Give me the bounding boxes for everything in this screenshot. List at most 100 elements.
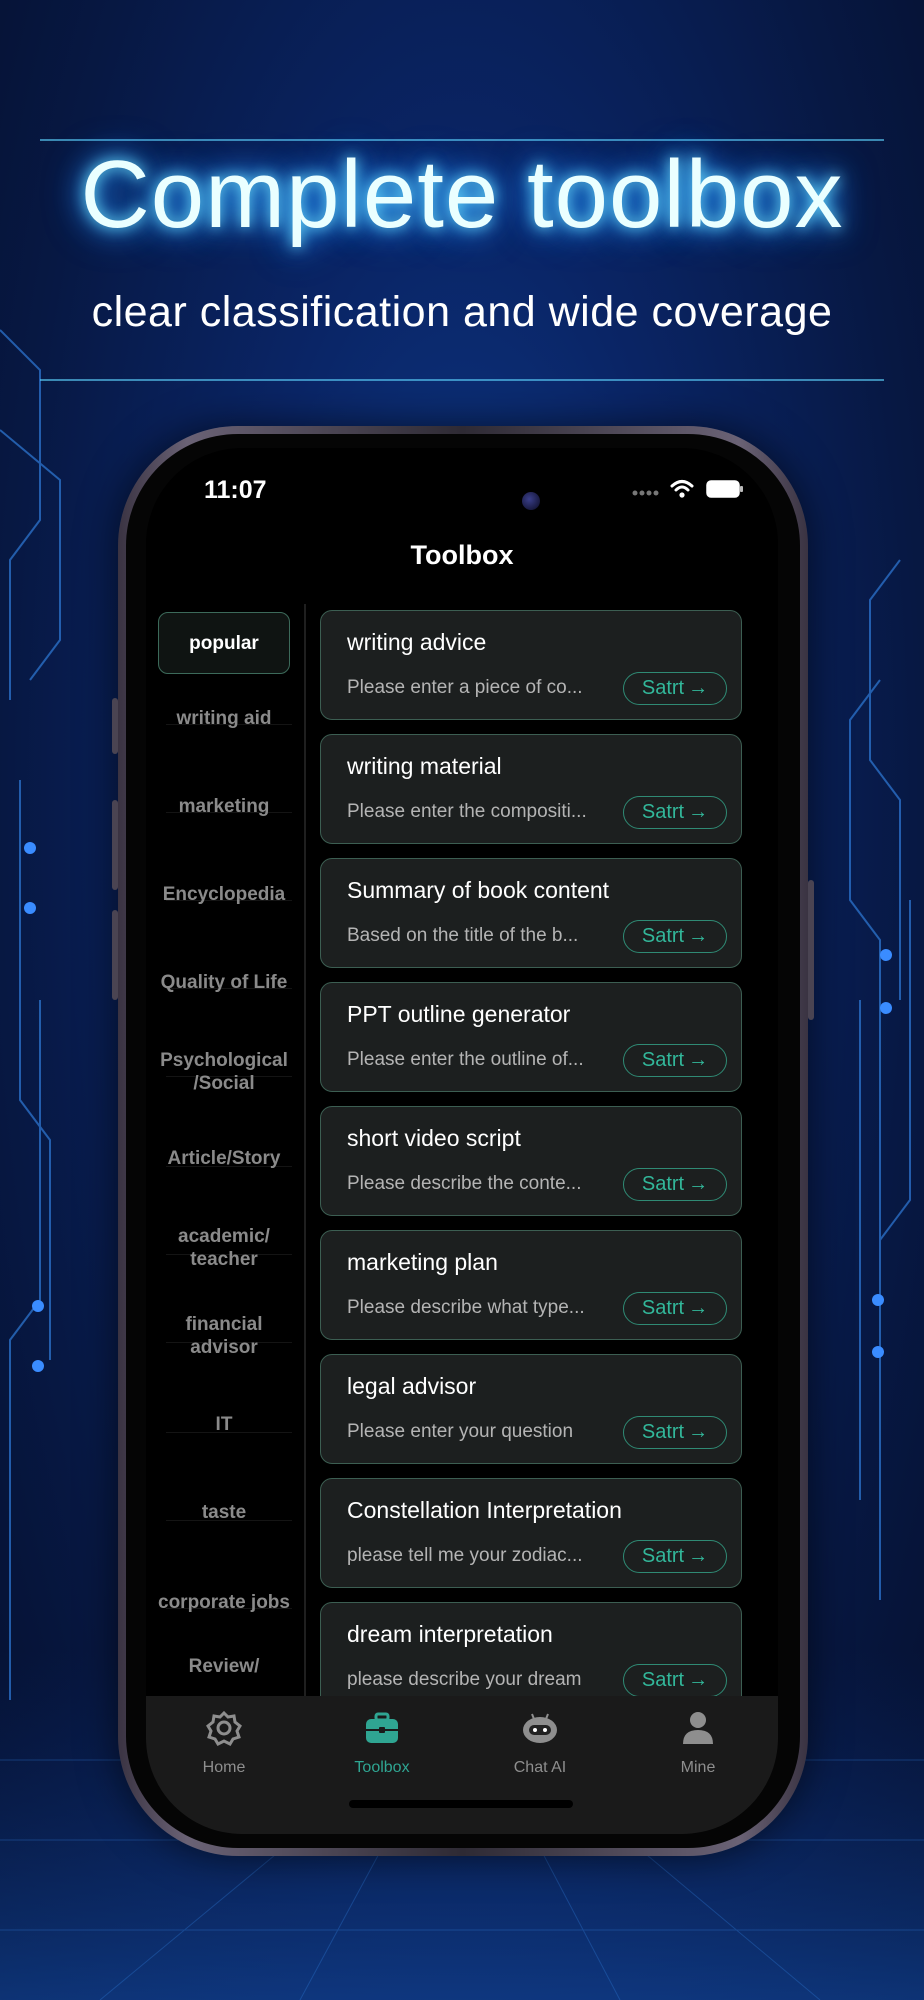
tool-description: Please describe what type... (347, 1297, 585, 1318)
start-button-label: Satrt (641, 925, 685, 947)
tool-description: Please enter the compositi... (347, 801, 587, 822)
category-financial-advisor[interactable]: financial advisor (158, 1296, 290, 1376)
tool-card[interactable]: short video script Please describe the c… (320, 1106, 742, 1216)
tool-description: Please enter your question (347, 1421, 574, 1442)
category-label: corporate jobs (158, 1591, 290, 1613)
gear-icon (206, 1710, 242, 1746)
start-button[interactable]: Satrt → (623, 1540, 727, 1573)
category-popular[interactable]: popular (158, 612, 290, 674)
promo-headline: Complete toolbox (80, 141, 844, 248)
category-encyclopedia[interactable]: Encyclopedia (158, 854, 290, 934)
arrow-right-icon: → (688, 925, 709, 947)
start-button-label: Satrt (641, 1421, 685, 1443)
tab-chat-ai[interactable]: Chat AI (480, 1708, 600, 1777)
category-taste[interactable]: taste (158, 1472, 290, 1552)
signal-icon (632, 490, 659, 496)
phone-side-button (112, 698, 118, 754)
category-label: IT (215, 1413, 233, 1435)
tool-card[interactable]: Summary of book content Based on the tit… (320, 858, 742, 968)
start-button[interactable]: Satrt → (623, 920, 727, 953)
arrow-right-icon: → (688, 1421, 709, 1443)
start-button[interactable]: Satrt → (623, 672, 727, 705)
arrow-right-icon: → (688, 801, 709, 823)
tool-description: Please enter the outline of... (347, 1049, 584, 1070)
category-writing-aid[interactable]: writing aid (158, 678, 290, 758)
tool-title: short video script (347, 1125, 521, 1151)
tab-toolbox[interactable]: Toolbox (322, 1708, 442, 1777)
start-button-label: Satrt (641, 1669, 685, 1691)
status-bar: 11:07 (146, 448, 778, 538)
arrow-right-icon: → (688, 677, 709, 699)
start-button[interactable]: Satrt → (623, 1044, 727, 1077)
start-button-label: Satrt (641, 1545, 685, 1567)
promo-subline: clear classification and wide coverage (91, 288, 833, 336)
tool-card[interactable]: Constellation Interpretation please tell… (320, 1478, 742, 1588)
category-psychological-social[interactable]: Psychological /Social (158, 1032, 290, 1112)
tool-list[interactable]: writing advice Please enter a piece of c… (320, 610, 744, 1704)
tool-card[interactable]: legal advisor Please enter your question… (320, 1354, 742, 1464)
tool-title: PPT outline generator (347, 1001, 571, 1027)
category-sidebar[interactable]: popular writing aid marketing Encycloped… (146, 604, 304, 1704)
category-label: Psychological /Social (160, 1050, 288, 1094)
tab-label: Mine (680, 1759, 716, 1776)
start-button[interactable]: Satrt → (623, 796, 727, 829)
tool-title: Summary of book content (347, 877, 610, 903)
tab-mine[interactable]: Mine (638, 1708, 758, 1777)
category-label: academic/ teacher (178, 1226, 270, 1270)
category-corporate-jobs[interactable]: corporate jobs (158, 1562, 290, 1642)
tool-description: please tell me your zodiac... (347, 1545, 583, 1566)
home-indicator[interactable] (349, 1800, 573, 1808)
category-it[interactable]: IT (158, 1384, 290, 1464)
category-label: Review/ (188, 1655, 260, 1677)
tab-label: Home (202, 1759, 246, 1776)
tool-description: Please enter a piece of co... (347, 677, 583, 698)
category-label: popular (189, 632, 259, 654)
tool-title: writing material (347, 753, 502, 779)
start-button-label: Satrt (641, 1297, 685, 1319)
tab-label: Chat AI (513, 1759, 567, 1776)
arrow-right-icon: → (688, 1049, 709, 1071)
tool-description: Based on the title of the b... (347, 925, 579, 946)
category-label: Encyclopedia (162, 883, 286, 905)
arrow-right-icon: → (688, 1545, 709, 1567)
category-label: marketing (178, 795, 270, 817)
robot-icon (523, 1713, 557, 1743)
page-title: Toolbox (410, 540, 514, 570)
category-article-story[interactable]: Article/Story (158, 1118, 290, 1198)
tool-card[interactable]: PPT outline generator Please enter the o… (320, 982, 742, 1092)
tool-card[interactable]: writing advice Please enter a piece of c… (320, 610, 742, 720)
sidebar-divider (304, 604, 306, 1704)
tool-title: legal advisor (347, 1373, 477, 1399)
battery-icon (706, 480, 743, 498)
toolbox-icon (366, 1712, 398, 1743)
start-button[interactable]: Satrt → (623, 1416, 727, 1449)
arrow-right-icon: → (688, 1669, 709, 1691)
tool-description: please describe your dream (347, 1669, 582, 1690)
tab-label: Toolbox (354, 1759, 410, 1776)
phone-volume-down (112, 910, 118, 1000)
start-button-label: Satrt (641, 1049, 685, 1071)
camera-dot (522, 492, 540, 510)
start-button-label: Satrt (641, 1173, 685, 1195)
category-label: Article/Story (167, 1147, 281, 1169)
tool-card[interactable]: marketing plan Please describe what type… (320, 1230, 742, 1340)
category-academic-teacher[interactable]: academic/ teacher (158, 1208, 290, 1288)
category-quality-of-life[interactable]: Quality of Life (158, 942, 290, 1022)
category-review[interactable]: Review/ (158, 1646, 290, 1686)
arrow-right-icon: → (688, 1173, 709, 1195)
start-button[interactable]: Satrt → (623, 1292, 727, 1325)
status-time: 11:07 (204, 476, 267, 504)
phone-power-button (808, 880, 814, 1020)
tool-card[interactable]: dream interpretation please describe you… (320, 1602, 742, 1704)
person-icon (683, 1712, 713, 1744)
tab-home[interactable]: Home (164, 1708, 284, 1777)
start-button-label: Satrt (641, 677, 685, 699)
category-label: Quality of Life (160, 971, 288, 993)
wifi-icon (670, 480, 694, 498)
tool-title: dream interpretation (347, 1621, 553, 1647)
start-button-label: Satrt (641, 801, 685, 823)
start-button[interactable]: Satrt → (623, 1664, 727, 1697)
tool-card[interactable]: writing material Please enter the compos… (320, 734, 742, 844)
start-button[interactable]: Satrt → (623, 1168, 727, 1201)
category-marketing[interactable]: marketing (158, 766, 290, 846)
